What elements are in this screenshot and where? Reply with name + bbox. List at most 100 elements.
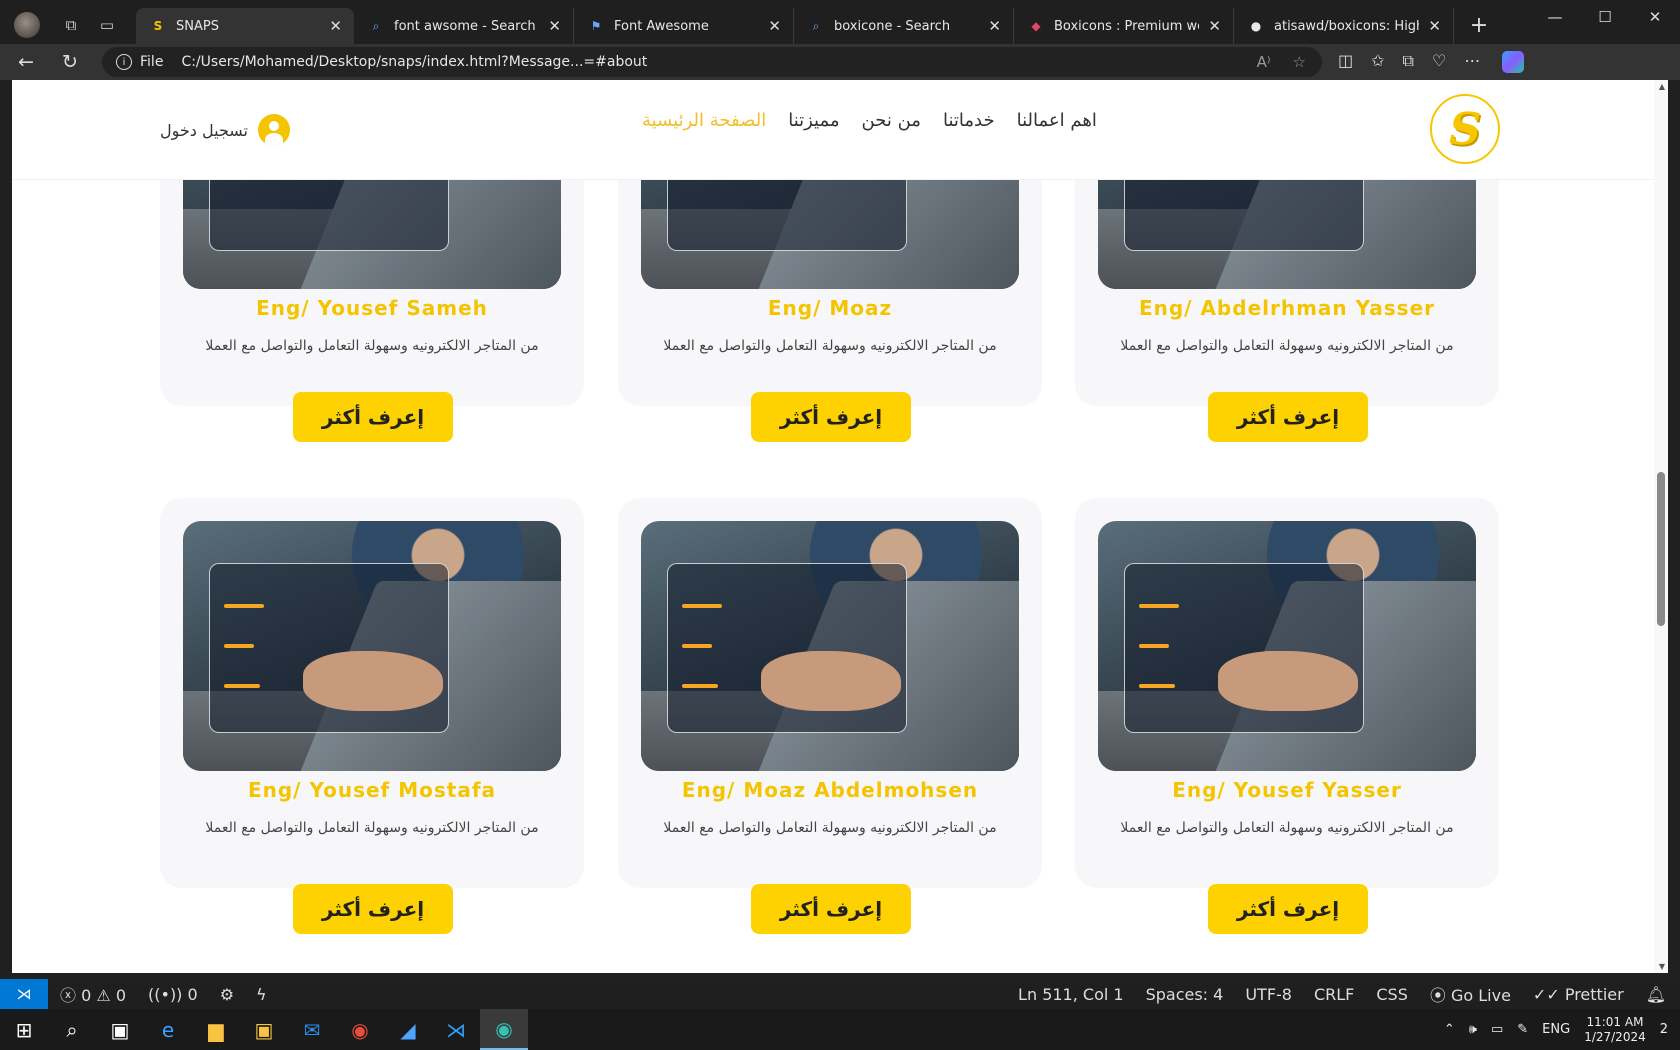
app-icon[interactable]: ◢: [384, 1009, 432, 1050]
new-tab-button[interactable]: +: [1462, 8, 1496, 42]
store-icon[interactable]: ▣: [240, 1009, 288, 1050]
logo-s-icon: S: [1443, 103, 1487, 155]
card-description: من المتاجر الالكترونيه وسهولة التعامل وا…: [663, 338, 997, 354]
tab-boxicons[interactable]: ◆ Boxicons : Premium web frien ✕: [1014, 8, 1234, 44]
refresh-icon[interactable]: ↻: [52, 47, 88, 77]
url-text[interactable]: C:/Users/Mohamed/Desktop/snaps/index.htm…: [181, 54, 647, 70]
browser-tab-bar: ⧉ ▭ S SNAPS ✕ ⌕ font awsome - Search ✕ ⚑…: [0, 0, 1680, 50]
broadcast-icon: ((•)): [148, 984, 183, 1004]
run-debug-icon[interactable]: ⚙: [220, 985, 234, 1004]
close-icon[interactable]: ✕: [768, 17, 781, 35]
close-window-icon[interactable]: ✕: [1630, 0, 1680, 34]
nav-link-services[interactable]: خدماتنا: [943, 110, 995, 131]
browser-essentials-icon[interactable]: ♡: [1432, 51, 1446, 73]
line-ending[interactable]: CRLF: [1314, 985, 1354, 1004]
tab-title: SNAPS: [176, 18, 219, 34]
broadcast-icon: ⦿: [1429, 986, 1446, 1005]
language-mode[interactable]: CSS: [1376, 985, 1407, 1004]
maximize-icon[interactable]: ☐: [1580, 0, 1630, 34]
close-icon[interactable]: ✕: [329, 17, 342, 35]
main-nav: الصفحة الرئيسية مميزتنا من نحن خدماتنا ا…: [642, 110, 1097, 131]
edge-legacy-icon[interactable]: e: [144, 1009, 192, 1050]
back-arrow-icon[interactable]: ←: [8, 47, 44, 77]
collections-icon[interactable]: ⧉: [1403, 51, 1414, 73]
team-card: Eng/ Moaz Abdelmohsen من المتاجر الالكتر…: [618, 498, 1042, 934]
split-screen-icon[interactable]: ◫: [1338, 51, 1353, 73]
mail-icon[interactable]: ✉: [288, 1009, 336, 1050]
learn-more-button[interactable]: إعرف أكثر: [293, 392, 453, 442]
pen-icon[interactable]: ✎: [1517, 1022, 1528, 1037]
favorite-star-icon[interactable]: ☆: [1293, 53, 1306, 71]
scroll-down-icon[interactable]: ▼: [1659, 962, 1665, 971]
remote-icon[interactable]: ⋊: [0, 979, 48, 1009]
bell-icon[interactable]: 🔔︎: [1646, 985, 1666, 1004]
learn-more-button[interactable]: إعرف أكثر: [1208, 392, 1368, 442]
lightning-icon[interactable]: ϟ: [256, 985, 267, 1004]
edge-icon[interactable]: ◉: [480, 1009, 528, 1050]
clock[interactable]: 11:01 AM 1/27/2024: [1584, 1015, 1646, 1045]
tab-actions-icon[interactable]: ▭: [92, 10, 122, 40]
learn-more-button[interactable]: إعرف أكثر: [1208, 884, 1368, 934]
notifications-icon[interactable]: 2: [1660, 1022, 1668, 1037]
info-icon[interactable]: i: [116, 54, 132, 70]
ports-indicator[interactable]: ((•)) 0: [148, 985, 198, 1004]
minimize-icon[interactable]: —: [1530, 0, 1580, 34]
favorites-icon[interactable]: ✩: [1371, 51, 1384, 73]
card-description: من المتاجر الالكترونيه وسهولة التعامل وا…: [205, 820, 539, 836]
flag-icon: ⚑: [590, 19, 602, 33]
indentation[interactable]: Spaces: 4: [1146, 985, 1224, 1004]
nav-link-features[interactable]: مميزتنا: [788, 110, 839, 131]
tab-title: font awsome - Search: [394, 18, 536, 34]
chevron-up-icon[interactable]: ⌃: [1444, 1022, 1455, 1037]
tab-snaps[interactable]: S SNAPS ✕: [136, 8, 354, 44]
card-name: Eng/ Yousef Sameh: [256, 296, 488, 320]
learn-more-button[interactable]: إعرف أكثر: [751, 884, 911, 934]
close-icon[interactable]: ✕: [548, 17, 561, 35]
copilot-icon[interactable]: [1502, 51, 1525, 73]
learn-more-button[interactable]: إعرف أكثر: [293, 884, 453, 934]
card-description: من المتاجر الالكترونيه وسهولة التعامل وا…: [663, 820, 997, 836]
user-circle-icon: [258, 114, 290, 146]
more-menu-icon[interactable]: ⋯: [1464, 51, 1480, 73]
encoding[interactable]: UTF-8: [1245, 985, 1292, 1004]
learn-more-button[interactable]: إعرف أكثر: [751, 392, 911, 442]
network-icon[interactable]: ▭: [1491, 1022, 1503, 1037]
error-count: 0: [81, 986, 92, 1005]
scrollbar-thumb[interactable]: [1657, 472, 1665, 626]
tab-github-boxicons[interactable]: ● atisawd/boxicons: High Qual ✕: [1234, 8, 1454, 44]
prettier-button[interactable]: ✓✓ Prettier: [1533, 985, 1624, 1004]
input-language[interactable]: ENG: [1542, 1022, 1570, 1037]
search-icon: ⌕: [812, 18, 820, 33]
scroll-up-icon[interactable]: ▲: [1659, 82, 1665, 91]
vscode-status-bar: ⋊ ⓧ 0 ⚠ 0 ((•)) 0 ⚙ ϟ Ln 511, Col 1 Spac…: [0, 979, 1680, 1009]
nav-link-home[interactable]: الصفحة الرئيسية: [642, 110, 766, 131]
close-icon[interactable]: ✕: [1208, 17, 1221, 35]
tab-boxicone-search[interactable]: ⌕ boxicone - Search ✕: [794, 8, 1014, 44]
close-icon[interactable]: ✕: [1428, 17, 1441, 35]
login-link[interactable]: تسجيل دخول: [160, 114, 290, 146]
volume-icon[interactable]: 🕪︎: [1469, 1022, 1477, 1037]
chrome-icon[interactable]: ◉: [336, 1009, 384, 1050]
nav-link-about[interactable]: من نحن: [862, 110, 921, 131]
page-scrollbar[interactable]: ▲ ▼: [1654, 80, 1668, 973]
windows-start-icon[interactable]: ⊞: [0, 1009, 48, 1050]
tab-font-awesome[interactable]: ⚑ Font Awesome ✕: [574, 8, 794, 44]
ports-count: 0: [187, 984, 198, 1004]
problems-indicator[interactable]: ⓧ 0 ⚠ 0: [60, 982, 126, 1006]
site-logo[interactable]: S: [1430, 94, 1500, 164]
task-view-icon[interactable]: ▣: [96, 1009, 144, 1050]
tab-font-awsome-search[interactable]: ⌕ font awsome - Search ✕: [354, 8, 574, 44]
card-photo: [183, 521, 561, 771]
go-live-button[interactable]: ⦿ Go Live: [1430, 982, 1511, 1006]
file-explorer-icon[interactable]: ▆: [192, 1009, 240, 1050]
window-controls: — ☐ ✕: [1530, 0, 1680, 34]
workspaces-icon[interactable]: ⧉: [56, 10, 86, 40]
close-icon[interactable]: ✕: [988, 17, 1001, 35]
vscode-icon[interactable]: ⋊: [432, 1009, 480, 1050]
cursor-position[interactable]: Ln 511, Col 1: [1018, 985, 1124, 1004]
profile-avatar[interactable]: [14, 12, 40, 38]
nav-link-works[interactable]: اهم اعمالنا: [1017, 110, 1097, 131]
search-icon[interactable]: ⌕: [48, 1009, 96, 1050]
read-aloud-icon[interactable]: A⁾: [1257, 53, 1271, 71]
address-bar[interactable]: i File C:/Users/Mohamed/Desktop/snaps/in…: [102, 47, 1322, 77]
